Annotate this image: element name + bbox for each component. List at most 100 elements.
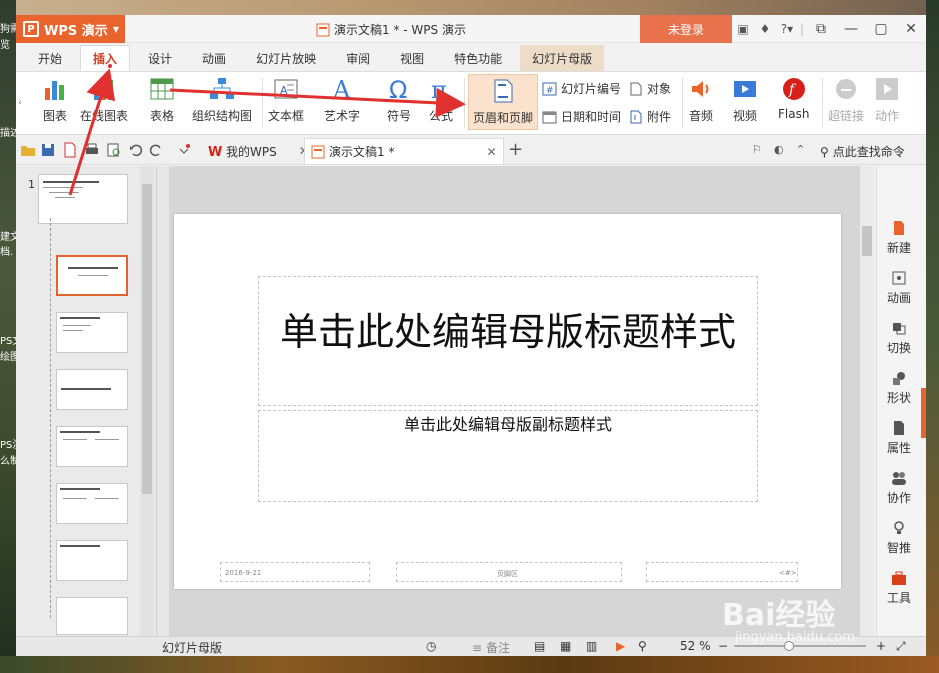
export-pdf-icon[interactable]	[62, 142, 78, 158]
panel-properties[interactable]: 属性	[877, 420, 921, 456]
tab-features[interactable]: 特色功能	[442, 45, 514, 71]
flash-button[interactable]: f Flash	[778, 76, 809, 121]
undo-icon[interactable]	[128, 142, 144, 158]
print-preview-icon[interactable]	[106, 142, 122, 158]
tab-insert[interactable]: 插入	[80, 45, 131, 71]
fit-window-icon[interactable]: ⤢	[896, 639, 906, 654]
login-button[interactable]: 未登录	[640, 15, 732, 43]
subtitle-placeholder[interactable]: 单击此处编辑母版副标题样式	[258, 410, 758, 502]
tab-slide-master[interactable]: 幻灯片母版	[520, 45, 605, 71]
master-thumbnail[interactable]	[38, 174, 128, 224]
open-folder-icon[interactable]	[20, 142, 36, 158]
skin-icon[interactable]: ▣	[732, 15, 754, 43]
slideshow-play-icon[interactable]: ▶	[616, 639, 625, 653]
sorter-view-icon[interactable]: ▦	[560, 639, 571, 653]
panel-recommend[interactable]: 智推	[877, 520, 921, 556]
zoom-in-icon[interactable]: +	[876, 639, 886, 653]
tab-review[interactable]: 审阅	[334, 45, 382, 71]
help-icon[interactable]: ?▾	[776, 15, 798, 43]
command-search[interactable]: ⚲ 点此查找命令	[820, 143, 905, 160]
panel-shape[interactable]: 形状	[877, 370, 921, 406]
panel-animation[interactable]: 动画	[877, 270, 921, 306]
desktop-label: PS演	[0, 440, 16, 451]
tab-view[interactable]: 视图	[388, 45, 436, 71]
tab-slideshow[interactable]: 幻灯片放映	[244, 45, 328, 71]
redo-icon[interactable]	[148, 142, 164, 158]
object-button[interactable]: 对象	[628, 80, 671, 97]
attachment-button[interactable]: 附件	[628, 108, 671, 125]
layout-thumbnail[interactable]	[56, 540, 128, 581]
header-footer-button[interactable]: 页眉和页脚	[468, 74, 539, 130]
desktop-label: 档.	[0, 247, 14, 258]
tab-presentation1[interactable]: 演示文稿1 * ✕	[304, 138, 504, 164]
notes-toggle[interactable]: ≡ 备注	[472, 639, 510, 656]
thumb-line	[49, 192, 79, 193]
panel-transition[interactable]: 切换	[877, 320, 921, 356]
footer-date: 2016-9-21	[225, 569, 262, 577]
minimize-icon[interactable]: —	[836, 15, 866, 43]
pin-icon[interactable]: ⚲	[638, 639, 647, 653]
panel-new[interactable]: 新建	[877, 220, 921, 256]
textbox-button[interactable]: A 文本框	[268, 76, 304, 124]
zoom-out-icon[interactable]: −	[718, 639, 728, 653]
layout-thumbnail[interactable]	[56, 483, 128, 524]
close-icon[interactable]: ✕	[896, 15, 926, 43]
menu-bar: 开始 插入 设计 动画 幻灯片放映 审阅 视图 特色功能 幻灯片母版	[16, 44, 926, 71]
hyperlink-button[interactable]: 超链接	[828, 76, 864, 124]
collaborate-icon[interactable]: ⚐	[752, 143, 762, 156]
action-button[interactable]: 动作	[874, 76, 900, 124]
slide-number-placeholder[interactable]: <#>	[646, 562, 798, 582]
audio-button[interactable]: 音频	[688, 76, 714, 124]
ribbon-scroll-left-icon[interactable]: ‹	[16, 92, 24, 114]
customize-dropdown-icon[interactable]	[176, 142, 192, 158]
restore-ribbon-icon[interactable]: ⧉	[806, 15, 836, 43]
layout-thumbnail[interactable]	[56, 597, 128, 635]
maximize-icon[interactable]: ▢	[866, 15, 896, 43]
thumbnail-scrollbar[interactable]	[140, 166, 154, 636]
print-icon[interactable]	[84, 142, 100, 158]
panel-tools[interactable]: 工具	[877, 570, 921, 606]
wordart-label: 艺术字	[324, 109, 361, 123]
speech-icon[interactable]: ◐	[774, 143, 784, 156]
table-button[interactable]: 表格	[149, 76, 175, 124]
app-menu-button[interactable]: P WPS 演示 ▼	[16, 15, 125, 43]
chart-button[interactable]: 图表	[42, 76, 68, 124]
layout-thumbnail[interactable]	[56, 312, 128, 353]
table-icon	[150, 78, 174, 100]
thumbnail-scroll-thumb[interactable]	[142, 184, 152, 494]
tab-design[interactable]: 设计	[136, 45, 184, 71]
video-button[interactable]: 视频	[732, 76, 758, 124]
symbol-button[interactable]: Ω 符号	[386, 76, 412, 124]
org-chart-button[interactable]: 组织结构图	[192, 76, 252, 124]
layout-thumbnail[interactable]	[56, 426, 128, 467]
layout-thumbnail[interactable]	[56, 255, 128, 296]
panel-collaborate[interactable]: 协作	[877, 470, 921, 506]
tab-animation[interactable]: 动画	[190, 45, 238, 71]
save-icon[interactable]	[40, 142, 56, 158]
slide-number-button[interactable]: # 幻灯片编号	[542, 80, 621, 97]
footer-placeholder[interactable]: 页脚区	[396, 562, 622, 582]
pane-splitter[interactable]	[157, 166, 169, 636]
normal-view-icon[interactable]: ▤	[534, 639, 545, 653]
canvas-scroll-thumb[interactable]	[862, 226, 872, 256]
new-tab-icon[interactable]: +	[508, 139, 523, 160]
table-label: 表格	[149, 109, 174, 123]
history-icon[interactable]: ◷	[426, 639, 436, 653]
date-placeholder[interactable]: 2016-9-21	[220, 562, 370, 582]
zoom-slider-track[interactable]	[734, 645, 866, 647]
tab-my-wps[interactable]: W 我的WPS ✕	[202, 138, 315, 164]
panel-expand-handle[interactable]	[921, 388, 926, 438]
canvas-scrollbar[interactable]	[860, 166, 874, 636]
online-chart-button[interactable]: 在线图表	[80, 76, 128, 124]
shirt-icon[interactable]: ♦	[754, 15, 776, 43]
date-time-button[interactable]: 日期和时间	[542, 108, 621, 125]
chart-label: 图表	[42, 109, 67, 123]
collapse-ribbon-icon[interactable]: ⌃	[796, 143, 805, 156]
wordart-button[interactable]: A 艺术字	[324, 76, 360, 124]
layout-thumbnail[interactable]	[56, 369, 128, 410]
formula-button[interactable]: π 公式	[428, 76, 454, 124]
close-tab-icon[interactable]: ✕	[486, 145, 496, 159]
title-placeholder[interactable]: 单击此处编辑母版标题样式	[258, 276, 758, 406]
tab-home[interactable]: 开始	[26, 45, 74, 71]
reading-view-icon[interactable]: ▥	[586, 639, 597, 653]
